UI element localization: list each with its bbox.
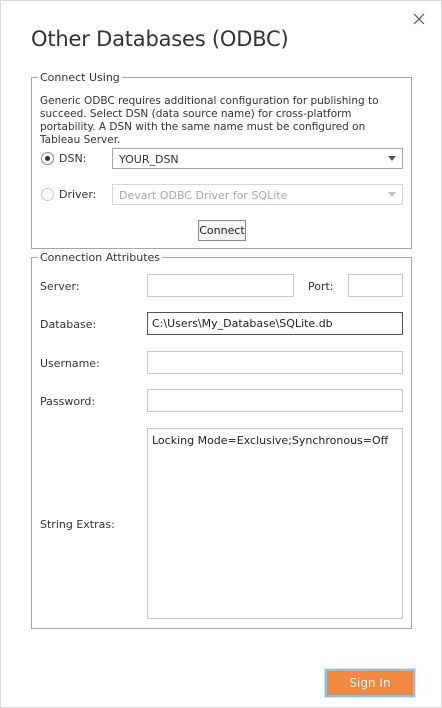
server-label: Server: — [40, 280, 80, 293]
sign-in-button[interactable]: Sign In — [325, 669, 415, 697]
driver-select-value: Devart ODBC Driver for SQLite — [119, 189, 288, 202]
server-input[interactable] — [147, 274, 294, 297]
dsn-select[interactable]: YOUR_DSN — [112, 148, 403, 169]
driver-radio[interactable] — [41, 188, 54, 201]
odbc-dialog: Other Databases (ODBC) Connect Using Gen… — [0, 0, 442, 708]
chevron-down-icon — [388, 192, 396, 197]
port-input[interactable] — [348, 274, 403, 297]
dsn-label: DSN: — [59, 152, 87, 165]
dsn-select-value: YOUR_DSN — [119, 153, 179, 166]
chevron-down-icon — [388, 156, 396, 161]
connect-using-legend: Connect Using — [40, 71, 120, 84]
connect-button[interactable]: Connect — [198, 220, 246, 241]
password-label: Password: — [40, 395, 96, 408]
odbc-description: Generic ODBC requires additional configu… — [40, 95, 379, 146]
username-label: Username: — [40, 357, 100, 370]
close-button[interactable] — [409, 9, 429, 29]
database-input[interactable]: C:\Users\My_Database\SQLite.db — [147, 312, 403, 335]
driver-label: Driver: — [59, 188, 97, 201]
username-input[interactable] — [147, 351, 403, 374]
close-icon — [413, 13, 425, 25]
port-label: Port: — [308, 280, 334, 293]
string-extras-textarea[interactable]: Locking Mode=Exclusive;Synchronous=Off — [147, 428, 403, 619]
dialog-title: Other Databases (ODBC) — [31, 27, 289, 51]
string-extras-label: String Extras: — [40, 518, 115, 531]
password-input[interactable] — [147, 389, 403, 412]
dsn-radio[interactable] — [41, 152, 54, 165]
driver-select[interactable]: Devart ODBC Driver for SQLite — [112, 184, 403, 205]
connection-attributes-legend: Connection Attributes — [40, 251, 161, 264]
database-label: Database: — [40, 318, 97, 331]
